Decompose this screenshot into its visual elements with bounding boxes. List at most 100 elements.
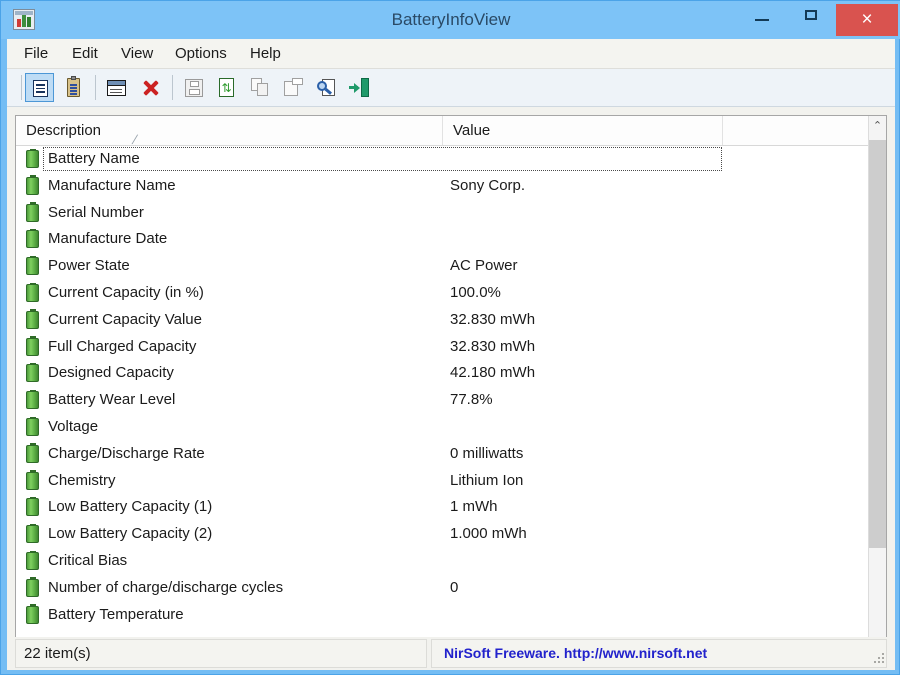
table-row[interactable]: Full Charged Capacity32.830 mWh (16, 334, 869, 361)
table-row[interactable]: Low Battery Capacity (1)1 mWh (16, 494, 869, 521)
refresh-icon: ⇅ (212, 73, 241, 102)
clipboard-view-button[interactable] (59, 73, 88, 102)
row-description: Manufacture Date (48, 226, 167, 253)
battery-icon (26, 338, 39, 356)
row-description: Full Charged Capacity (48, 334, 196, 361)
table-row[interactable]: Low Battery Capacity (2) 1.000 mWh (16, 521, 869, 548)
row-value: Lithium Ion (450, 468, 523, 495)
battery-icon (26, 445, 39, 463)
row-value: 0 milliwatts (450, 441, 523, 468)
table-row[interactable]: Current Capacity (in %)100.0% (16, 280, 869, 307)
table-row[interactable]: Designed Capacity42.180 mWh (16, 360, 869, 387)
vertical-scrollbar[interactable]: ⌃ ⌄ (868, 116, 886, 660)
menu-item-edit[interactable]: Edit (63, 39, 107, 68)
row-description: Charge/Discharge Rate (48, 441, 205, 468)
properties-button[interactable] (279, 73, 308, 102)
toolbar-separator (95, 75, 96, 100)
battery-icon (26, 204, 39, 222)
table-row[interactable]: Charge/Discharge Rate 0 milliwatts (16, 441, 869, 468)
clear-button[interactable] (136, 73, 165, 102)
properties-window-icon (102, 73, 131, 102)
table-row[interactable]: Number of charge/discharge cycles0 (16, 575, 869, 602)
find-button[interactable] (312, 73, 341, 102)
app-icon (13, 9, 35, 30)
row-description: Low Battery Capacity (2) (48, 521, 212, 548)
column-header-description[interactable]: Description / (16, 116, 443, 145)
nirsoft-link[interactable]: NirSoft Freeware. http://www.nirsoft.net (444, 640, 707, 667)
copy-button[interactable] (246, 73, 275, 102)
table-row[interactable]: Voltage (16, 414, 869, 441)
menu-item-file[interactable]: File (15, 39, 57, 68)
row-description: Current Capacity Value (48, 307, 202, 334)
table-row[interactable]: Power StateAC Power (16, 253, 869, 280)
row-value: 32.830 mWh (450, 307, 535, 334)
row-description: Battery Temperature (48, 602, 184, 629)
application-window: BatteryInfoView × File Edit View Options… (0, 0, 900, 675)
row-value: 1 mWh (450, 494, 498, 521)
red-x-icon (136, 73, 165, 102)
save-button[interactable] (179, 73, 208, 102)
report-list-icon (26, 74, 55, 103)
status-pane-link: NirSoft Freeware. http://www.nirsoft.net (431, 639, 887, 668)
scrollbar-track[interactable] (869, 548, 886, 640)
row-description: Battery Wear Level (48, 387, 175, 414)
scrollbar-thumb[interactable] (869, 140, 886, 548)
client-area: File Edit View Options Help (7, 39, 895, 670)
battery-log-button[interactable] (102, 73, 131, 102)
chevron-up-icon: ⌃ (869, 116, 886, 136)
battery-icon (26, 257, 39, 275)
column-header-value[interactable]: Value (443, 116, 723, 145)
battery-icon (26, 364, 39, 382)
battery-icon (26, 284, 39, 302)
minimize-button[interactable] (739, 1, 785, 31)
minimize-icon (739, 1, 785, 31)
menu-bar: File Edit View Options Help (7, 39, 895, 69)
focus-rectangle (43, 147, 722, 171)
row-value: 77.8% (450, 387, 493, 414)
table-row[interactable]: Serial Number (16, 200, 869, 227)
table-row[interactable]: Battery Name (16, 146, 869, 173)
battery-info-list: Description / Value Battery NameManufact… (15, 115, 887, 661)
battery-icon (26, 230, 39, 248)
menu-item-help[interactable]: Help (241, 39, 290, 68)
row-value: 1.000 mWh (450, 521, 527, 548)
table-row[interactable]: Battery Wear Level 77.8% (16, 387, 869, 414)
row-description: Voltage (48, 414, 98, 441)
report-view-button[interactable] (25, 73, 54, 102)
close-button[interactable]: × (836, 4, 898, 36)
row-description: Manufacture Name (48, 173, 176, 200)
menu-item-options[interactable]: Options (166, 39, 236, 68)
search-doc-icon (312, 73, 341, 102)
row-description: Designed Capacity (48, 360, 174, 387)
table-row[interactable]: Current Capacity Value 32.830 mWh (16, 307, 869, 334)
floppy-disk-icon (179, 73, 208, 102)
column-header-filler (723, 116, 869, 145)
table-row[interactable]: Battery Temperature (16, 602, 869, 629)
table-row[interactable]: Manufacture Date (16, 226, 869, 253)
table-row[interactable]: Chemistry Lithium Ion (16, 468, 869, 495)
row-value: AC Power (450, 253, 518, 280)
scroll-up-button[interactable]: ⌃ (869, 116, 886, 136)
row-value: Sony Corp. (450, 173, 525, 200)
status-bar: 22 item(s) NirSoft Freeware. http://www.… (7, 637, 895, 670)
table-row[interactable]: Critical Bias (16, 548, 869, 575)
battery-icon (26, 391, 39, 409)
close-icon: × (836, 4, 898, 36)
battery-icon (26, 177, 39, 195)
row-description: Chemistry (48, 468, 116, 495)
title-bar: BatteryInfoView × (1, 1, 900, 39)
battery-icon (26, 418, 39, 436)
exit-button[interactable] (344, 73, 373, 102)
menu-item-view[interactable]: View (112, 39, 162, 68)
resize-grip[interactable] (873, 653, 885, 665)
maximize-button[interactable] (789, 1, 835, 31)
row-description: Current Capacity (in %) (48, 280, 204, 307)
refresh-button[interactable]: ⇅ (212, 73, 241, 102)
row-description: Number of charge/discharge cycles (48, 575, 283, 602)
toolbar-separator (21, 75, 22, 100)
copy-icon (246, 73, 275, 102)
column-header-description-label: Description (26, 122, 101, 139)
properties-doc-icon (279, 73, 308, 102)
maximize-icon (789, 1, 835, 31)
table-row[interactable]: Manufacture Name Sony Corp. (16, 173, 869, 200)
